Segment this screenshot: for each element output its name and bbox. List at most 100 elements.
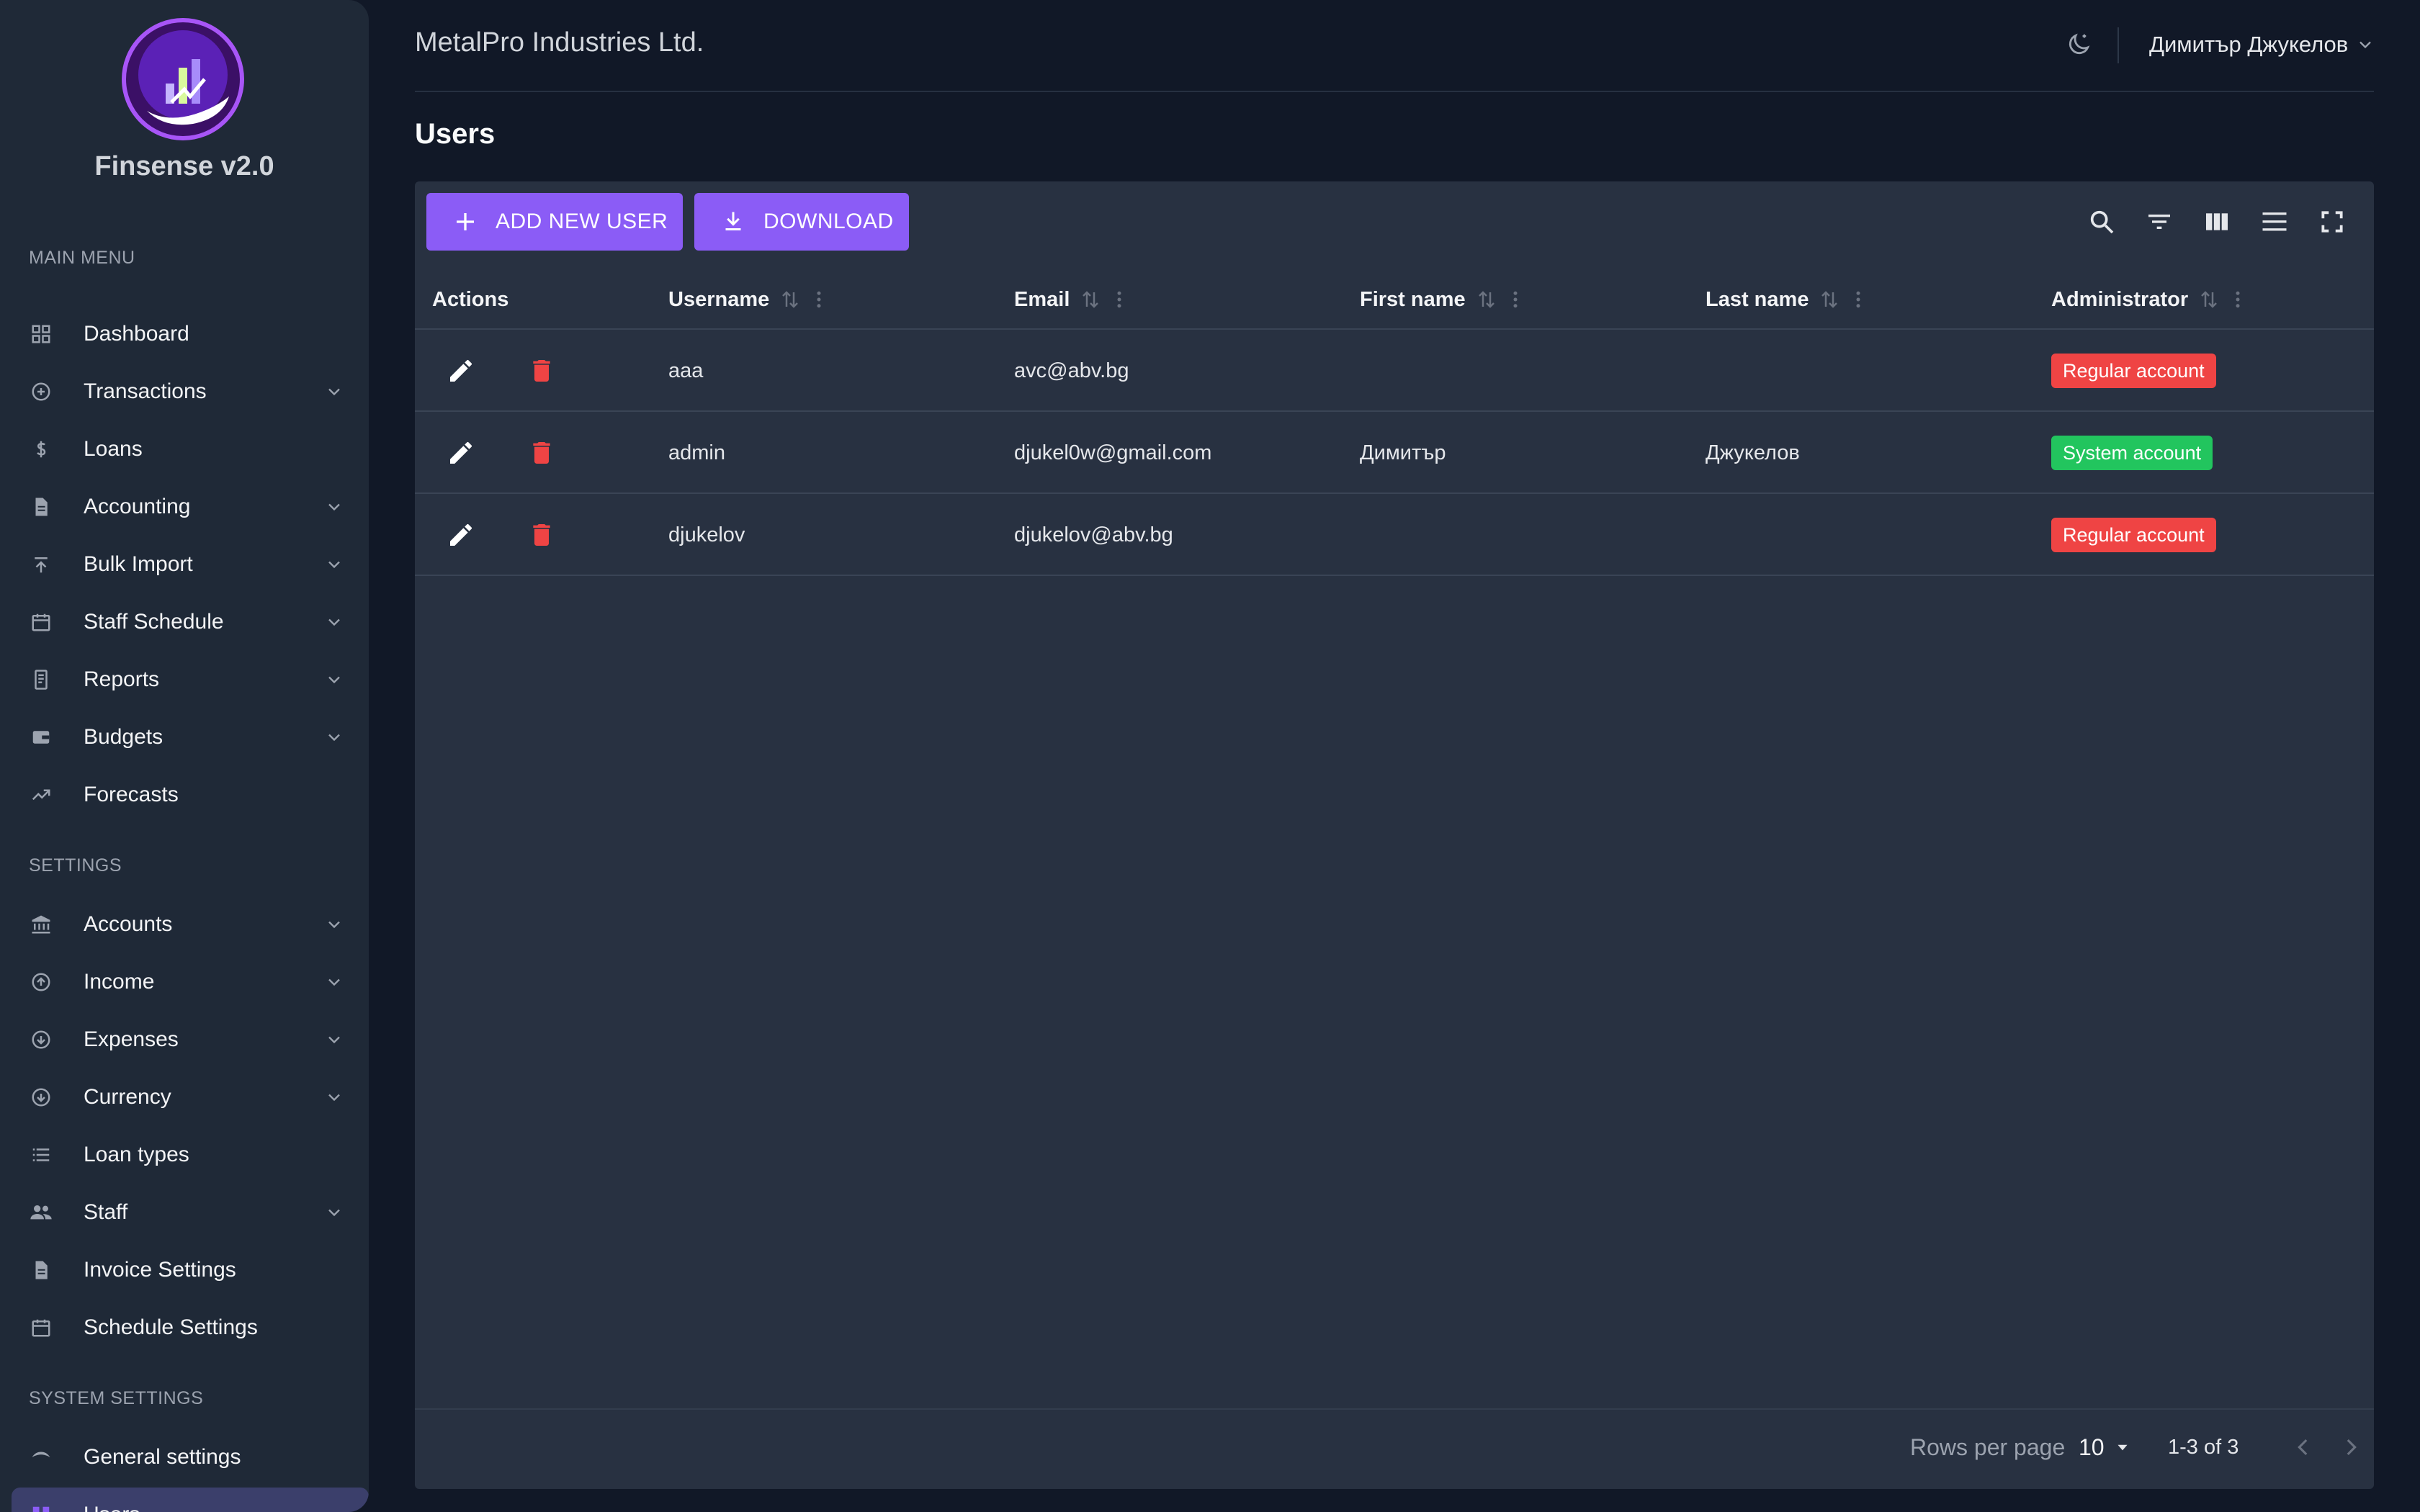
pencil-icon xyxy=(450,441,472,464)
sidebar-item-label: Dashboard xyxy=(84,322,189,346)
sidebar-item-label: Schedule Settings xyxy=(84,1315,258,1339)
chevron-down-icon xyxy=(323,1201,346,1224)
chevron-down-icon xyxy=(2360,41,2372,49)
chevron-down-icon xyxy=(323,913,346,936)
calendar-icon xyxy=(29,610,53,634)
sidebar-item-reports[interactable]: Reports xyxy=(29,657,346,703)
column-header-administrator[interactable]: Administrator xyxy=(2051,284,2249,315)
sidebar-item-label: Staff xyxy=(84,1200,128,1224)
column-header-username[interactable]: Username xyxy=(668,284,830,315)
chevron-down-icon xyxy=(323,668,346,691)
sort-icon[interactable] xyxy=(1080,289,1101,310)
edit-button[interactable] xyxy=(444,354,478,388)
column-menu-icon[interactable] xyxy=(1108,289,1130,310)
reports-icon xyxy=(29,667,53,692)
calendar-icon xyxy=(29,1315,53,1340)
sidebar-item-loans[interactable]: Loans xyxy=(29,426,346,472)
sidebar: Finsense v2.0 MAIN MENU Dashboard Transac… xyxy=(0,0,369,1512)
column-menu-icon[interactable] xyxy=(1847,289,1869,310)
rows-per-page-value: 10 xyxy=(2079,1434,2105,1460)
sort-icon[interactable] xyxy=(1819,289,1840,310)
sidebar-item-label: Transactions xyxy=(84,379,207,403)
trend-icon xyxy=(29,783,53,807)
column-header-actions: Actions xyxy=(432,284,508,315)
sidebar-item-dashboard[interactable]: Dashboard xyxy=(29,311,346,357)
status-badge: System account xyxy=(2051,436,2213,470)
delete-button[interactable] xyxy=(524,518,559,552)
sidebar-item-accounts[interactable]: Accounts xyxy=(29,901,346,948)
delete-button[interactable] xyxy=(524,354,559,388)
chevron-down-icon xyxy=(323,1028,346,1051)
sidebar-item-currency[interactable]: Currency xyxy=(29,1074,346,1120)
sidebar-item-loan-types[interactable]: Loan types xyxy=(29,1132,346,1178)
sidebar-item-budgets[interactable]: Budgets xyxy=(29,714,346,760)
sidebar-item-expenses[interactable]: Expenses xyxy=(29,1017,346,1063)
column-header-email[interactable]: Email xyxy=(1014,284,1130,315)
column-label: Username xyxy=(668,287,770,311)
users-table-panel: ADD NEW USER DOWNLOAD Actions Username E… xyxy=(415,181,2374,1489)
chevron-right-icon xyxy=(2347,1439,2357,1456)
column-label: Actions xyxy=(432,287,509,311)
column-header-last-name[interactable]: Last name xyxy=(1706,284,1869,315)
status-badge: Regular account xyxy=(2051,354,2216,388)
pencil-icon xyxy=(450,359,472,382)
company-name: MetalPro Industries Ltd. xyxy=(415,27,704,58)
filter-icon[interactable] xyxy=(2141,203,2178,240)
arrow-up-circle-icon xyxy=(29,970,53,994)
download-label: DOWNLOAD xyxy=(763,210,894,233)
sidebar-item-schedule-settings[interactable]: Schedule Settings xyxy=(29,1305,346,1351)
row-divider xyxy=(415,410,2374,412)
edit-button[interactable] xyxy=(444,436,478,470)
add-user-button[interactable]: ADD NEW USER xyxy=(426,193,683,251)
footer-divider xyxy=(415,1408,2374,1410)
sidebar-item-income[interactable]: Income xyxy=(29,959,346,1005)
next-page-button[interactable] xyxy=(2335,1431,2367,1463)
search-icon[interactable] xyxy=(2083,203,2120,240)
sidebar-item-accounting[interactable]: Accounting xyxy=(29,484,346,530)
sidebar-item-general-settings[interactable]: General settings xyxy=(29,1434,346,1480)
chevron-down-icon xyxy=(323,726,346,749)
column-header-first-name[interactable]: First name xyxy=(1360,284,1526,315)
sidebar-item-bulk-import[interactable]: Bulk Import xyxy=(29,541,346,588)
trash-icon xyxy=(533,442,550,464)
sort-icon[interactable] xyxy=(1476,289,1497,310)
chevron-down-icon xyxy=(323,553,346,576)
upload-icon xyxy=(29,552,53,577)
system-settings-title: SYSTEM SETTINGS xyxy=(29,1388,204,1408)
sidebar-item-label: Accounts xyxy=(84,912,173,936)
sidebar-item-staff-schedule[interactable]: Staff Schedule xyxy=(29,599,346,645)
sidebar-item-forecasts[interactable]: Forecasts xyxy=(29,772,346,818)
wallet-icon xyxy=(29,725,53,750)
dashboard-icon xyxy=(29,322,53,346)
sidebar-item-transactions[interactable]: Transactions xyxy=(29,369,346,415)
rows-per-page-label: Rows per page xyxy=(1910,1434,2066,1460)
plus-icon xyxy=(449,206,481,238)
user-menu[interactable]: Димитър Джукелов xyxy=(2149,29,2375,60)
caret-down-icon xyxy=(2118,1444,2128,1451)
previous-page-button[interactable] xyxy=(2287,1431,2319,1463)
sort-icon[interactable] xyxy=(779,289,801,310)
dollar-icon xyxy=(29,437,53,462)
sidebar-item-users[interactable]: Users xyxy=(29,1492,346,1512)
fullscreen-icon[interactable] xyxy=(2313,203,2351,240)
people-icon xyxy=(29,1200,53,1225)
column-menu-icon[interactable] xyxy=(808,289,830,310)
delete-button[interactable] xyxy=(524,436,559,470)
sidebar-item-label: Budgets xyxy=(84,725,163,749)
sidebar-item-invoice-settings[interactable]: Invoice Settings xyxy=(29,1247,346,1293)
chevron-left-icon xyxy=(2298,1439,2308,1456)
download-button[interactable]: DOWNLOAD xyxy=(694,193,909,251)
header-divider xyxy=(2118,27,2119,63)
edit-button[interactable] xyxy=(444,518,478,552)
cell-email: djukel0w@gmail.com xyxy=(1014,441,1212,464)
column-menu-icon[interactable] xyxy=(1505,289,1526,310)
theme-toggle-button[interactable] xyxy=(2063,29,2094,60)
sidebar-item-label: Users xyxy=(84,1503,346,1512)
rows-per-page-select[interactable]: 10 xyxy=(2079,1431,2132,1463)
sidebar-item-staff[interactable]: Staff xyxy=(29,1189,346,1236)
density-icon[interactable] xyxy=(2256,203,2293,240)
column-menu-icon[interactable] xyxy=(2227,289,2249,310)
sidebar-item-label: Loan types xyxy=(84,1143,189,1166)
columns-icon[interactable] xyxy=(2198,203,2236,240)
sort-icon[interactable] xyxy=(2198,289,2220,310)
